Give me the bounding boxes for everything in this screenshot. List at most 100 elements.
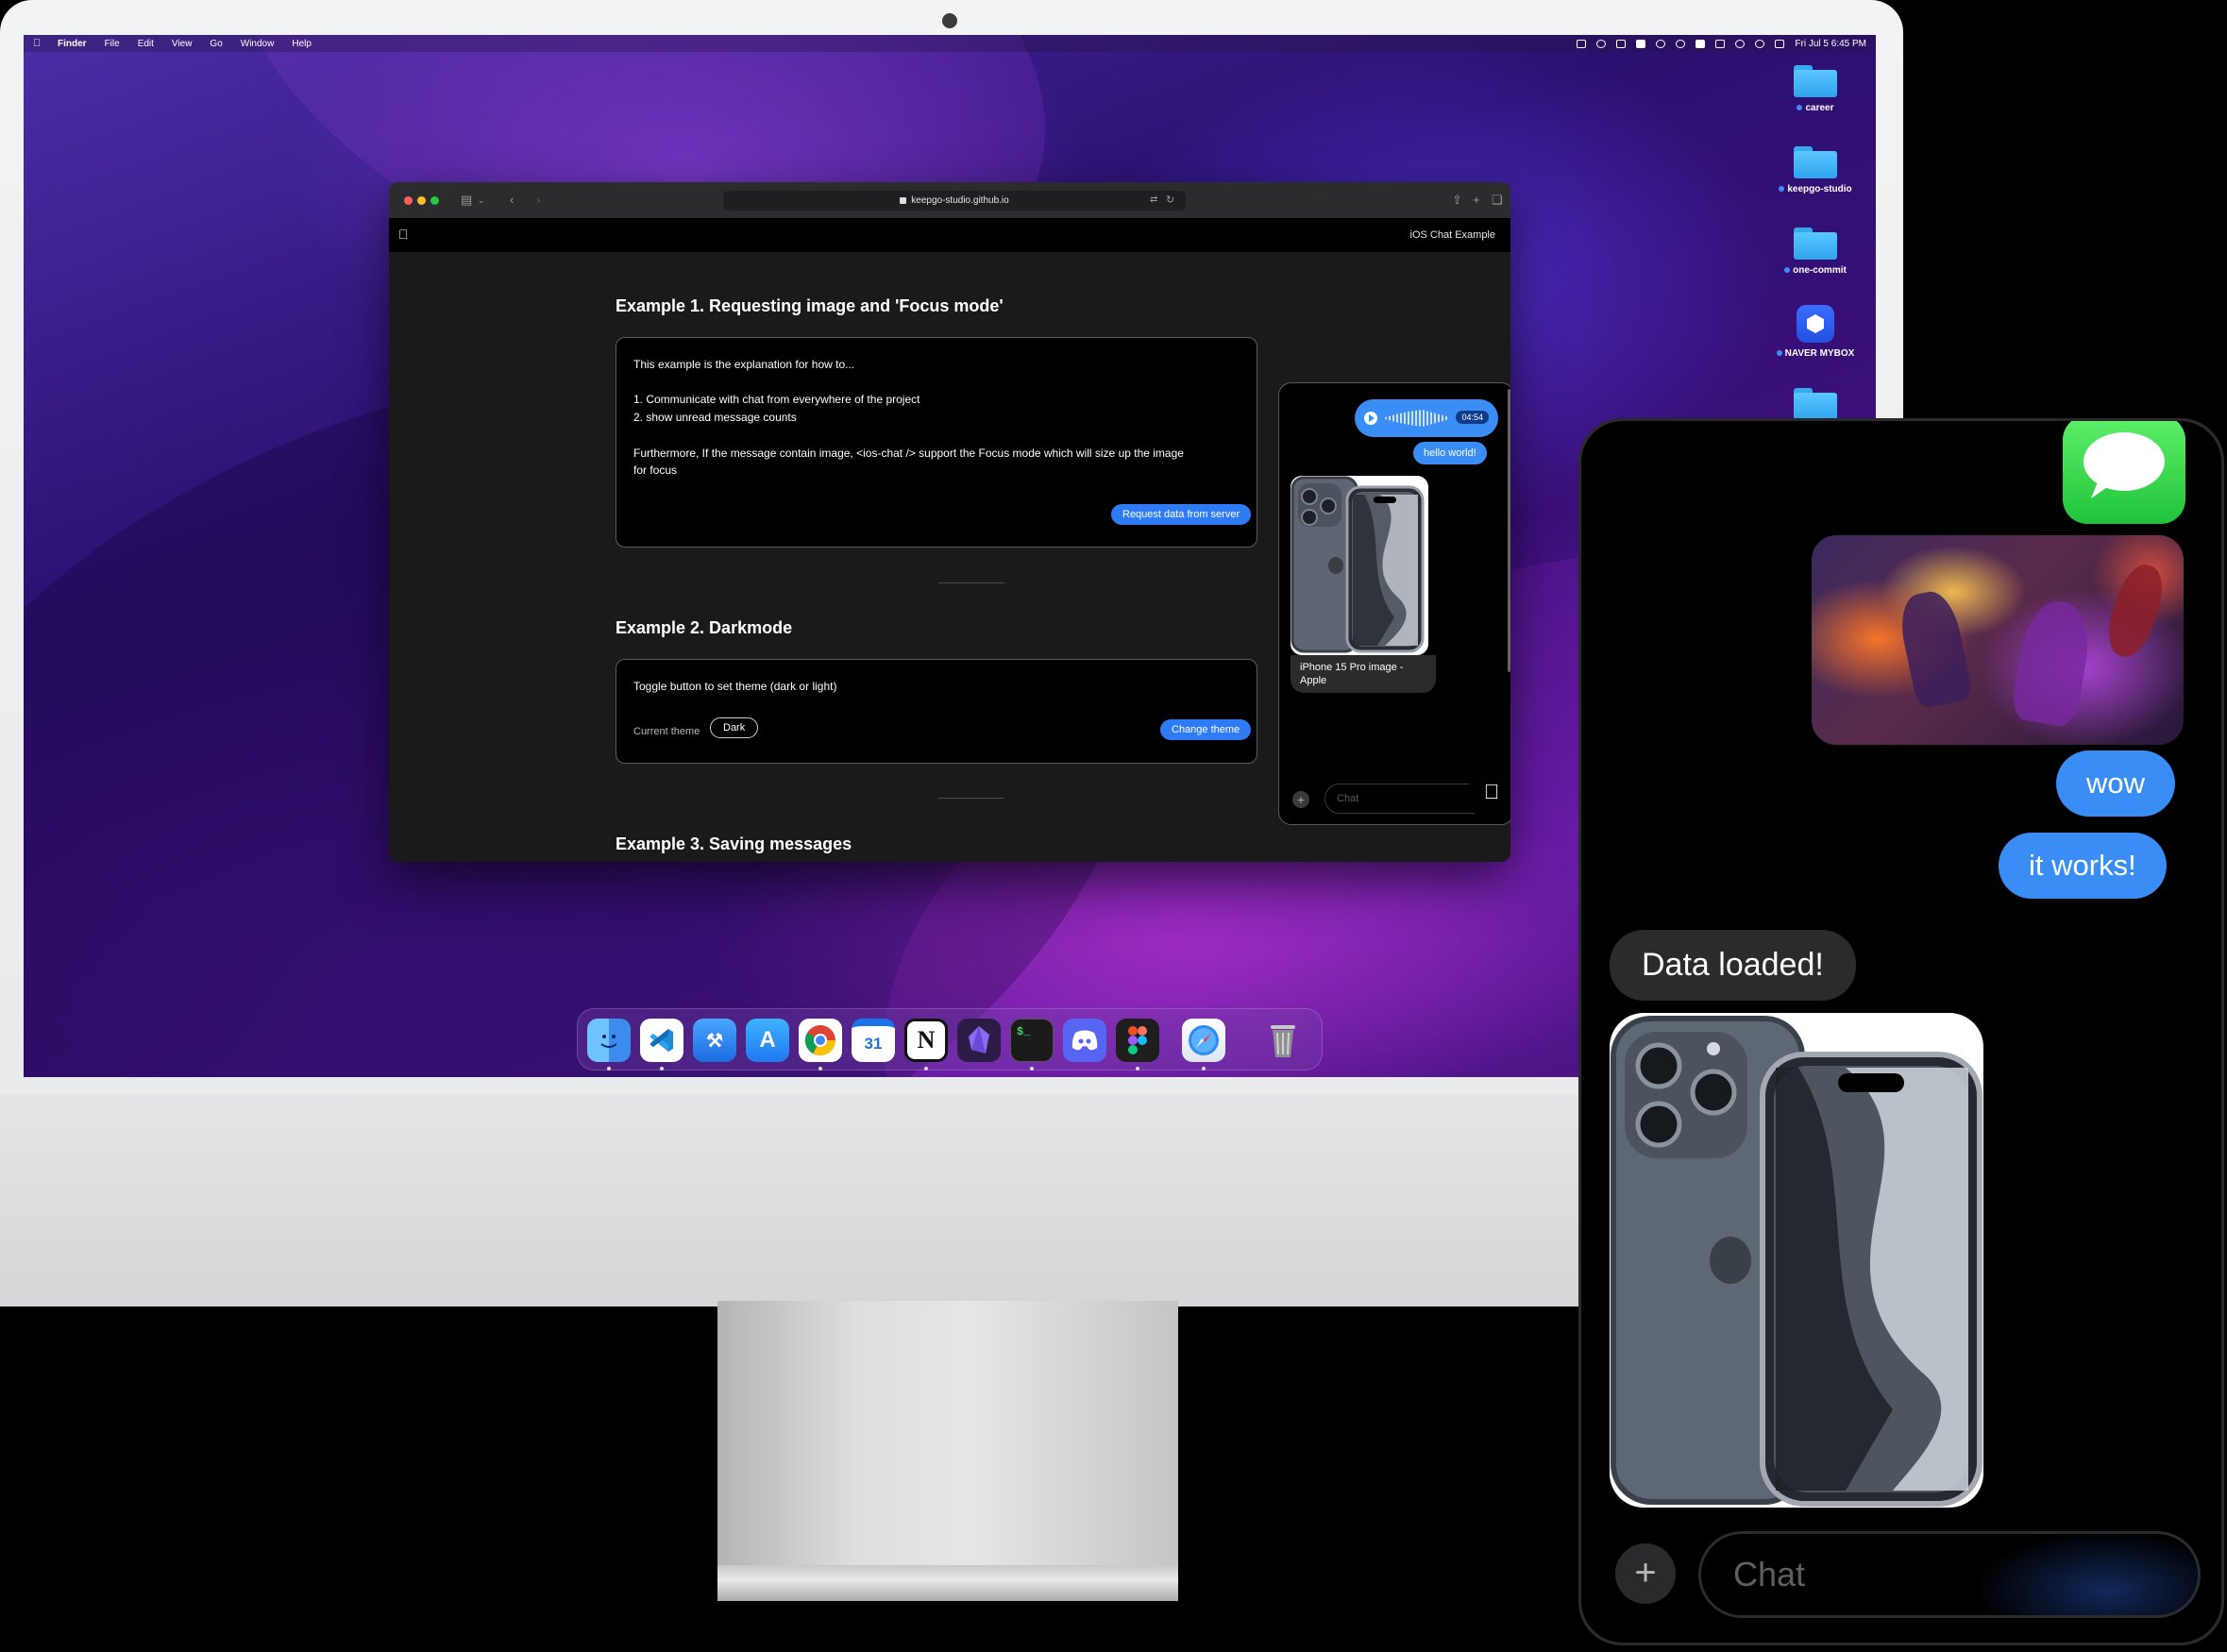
close-button[interactable] xyxy=(404,196,413,205)
ios-chat-widget: 04:54 hello world! iPhone 15 Pro image -… xyxy=(1278,382,1510,825)
battery-icon[interactable] xyxy=(1715,39,1726,48)
sidebar-icon[interactable]: ▤ xyxy=(461,193,472,208)
translate-icon[interactable]: ⇄ xyxy=(1150,194,1157,205)
share-icon[interactable]: ⇧ xyxy=(1452,193,1462,208)
message-image[interactable] xyxy=(1291,476,1428,655)
sent-message[interactable]: it works! xyxy=(1999,833,2167,899)
status-icon[interactable] xyxy=(1676,39,1686,48)
apple-logo-icon:  xyxy=(1484,780,1500,804)
example3-heading: Example 3. Saving messages xyxy=(616,834,852,853)
reload-icon[interactable]: ↻ xyxy=(1166,194,1174,206)
chat-screen: wow it works! Data loaded! + Chat xyxy=(1581,421,2221,1643)
terminal-icon[interactable]: $_ xyxy=(1010,1019,1054,1062)
menu-help[interactable]: Help xyxy=(292,39,312,49)
dock: ⚒ A 31 N $_ xyxy=(577,1008,1323,1070)
menu-file[interactable]: File xyxy=(105,39,120,49)
example1-text: 2. show unread message counts xyxy=(633,411,797,424)
desktop-app-naver-mybox[interactable]: NAVER MYBOX xyxy=(1768,305,1863,359)
desktop-folder-one-commit[interactable]: one-commit xyxy=(1768,228,1863,276)
xcode-icon[interactable]: ⚒ xyxy=(693,1019,736,1062)
message-image[interactable] xyxy=(1610,1013,1983,1508)
iphone-product-image xyxy=(1611,1016,1982,1507)
minimize-button[interactable] xyxy=(417,196,426,205)
voice-message[interactable]: 04:54 xyxy=(1355,399,1498,437)
safari-window: ▤ ⌄ ‹ › keepgo-studio.github.io ⇄ ↻ ⇧ + … xyxy=(389,182,1510,862)
folder-icon xyxy=(1794,65,1837,97)
chat-launcher-button[interactable]:  xyxy=(1469,769,1510,815)
menu-view[interactable]: View xyxy=(172,39,193,49)
chevron-down-icon[interactable]: ⌄ xyxy=(478,195,485,206)
status-icon[interactable] xyxy=(1636,39,1646,48)
messages-app-icon xyxy=(2063,421,2185,524)
zoom-button[interactable] xyxy=(430,196,439,205)
image-caption: iPhone 15 Pro image - Apple xyxy=(1291,655,1436,693)
spotlight-icon[interactable] xyxy=(1755,39,1765,48)
notion-icon[interactable]: N xyxy=(904,1019,948,1062)
status-icon[interactable] xyxy=(1616,39,1627,48)
waveform-icon xyxy=(1385,410,1447,427)
page-content: Example 1. Requesting image and 'Focus m… xyxy=(389,252,1510,862)
example1-text: for focus xyxy=(633,464,678,477)
wifi-icon[interactable] xyxy=(1735,39,1746,48)
menu-edit[interactable]: Edit xyxy=(138,39,154,49)
scrollbar[interactable] xyxy=(1508,389,1510,672)
request-data-button[interactable]: Request data from server xyxy=(1111,504,1252,525)
status-icon[interactable] xyxy=(1596,39,1607,48)
chat-input[interactable]: Chat xyxy=(1698,1531,2201,1618)
current-theme-badge: Dark xyxy=(710,717,759,738)
apple-logo-icon[interactable]:  xyxy=(398,227,409,242)
desktop-folder-keepgo-studio[interactable]: keepgo-studio xyxy=(1768,146,1863,194)
menu-app-name[interactable]: Finder xyxy=(58,39,87,49)
calendar-icon[interactable]: 31 xyxy=(852,1019,895,1062)
trash-icon[interactable] xyxy=(1261,1019,1305,1062)
finder-icon[interactable] xyxy=(587,1019,631,1062)
forward-icon[interactable]: › xyxy=(536,193,540,207)
safari-icon[interactable] xyxy=(1182,1019,1225,1062)
notification-icon[interactable] xyxy=(1656,39,1666,48)
control-center-icon[interactable] xyxy=(1775,39,1785,48)
status-icons: Fri Jul 5 6:45 PM xyxy=(1577,39,1866,49)
example1-text: Furthermore, If the message contain imag… xyxy=(633,447,1184,460)
voice-duration: 04:54 xyxy=(1456,411,1489,424)
folder-icon xyxy=(1794,388,1837,420)
sent-message[interactable]: hello world! xyxy=(1413,442,1487,464)
folder-icon xyxy=(1794,228,1837,260)
example1-heading: Example 1. Requesting image and 'Focus m… xyxy=(616,296,1004,315)
obsidian-icon[interactable] xyxy=(957,1019,1001,1062)
menu-go[interactable]: Go xyxy=(210,39,222,49)
example1-text: 1. Communicate with chat from everywhere… xyxy=(633,393,920,406)
example2-text: Toggle button to set theme (dark or ligh… xyxy=(633,680,837,693)
vscode-icon[interactable] xyxy=(640,1019,683,1062)
app-store-icon[interactable]: A xyxy=(746,1019,789,1062)
received-message[interactable]: Data loaded! xyxy=(1610,930,1856,1001)
desktop-folder-career[interactable]: career xyxy=(1768,65,1863,113)
site-title[interactable]: iOS Chat Example xyxy=(1410,229,1495,241)
input-source-icon[interactable] xyxy=(1696,39,1706,48)
safari-toolbar: ▤ ⌄ ‹ › keepgo-studio.github.io ⇄ ↻ ⇧ + … xyxy=(389,182,1510,218)
menu-window[interactable]: Window xyxy=(241,39,275,49)
plus-icon[interactable]: + xyxy=(1292,791,1309,808)
address-bar[interactable]: keepgo-studio.github.io xyxy=(723,191,1186,211)
camera-icon xyxy=(942,13,957,28)
play-icon[interactable] xyxy=(1364,412,1377,425)
new-tab-icon[interactable]: + xyxy=(1473,193,1480,207)
apple-menu-icon[interactable]:  xyxy=(33,38,44,49)
message-image[interactable] xyxy=(1812,535,2184,745)
status-icon[interactable] xyxy=(1577,39,1587,48)
composite-mockup:  Finder File Edit View Go Window Help F… xyxy=(0,0,2227,1652)
menu-clock[interactable]: Fri Jul 5 6:45 PM xyxy=(1795,39,1866,49)
discord-icon[interactable] xyxy=(1063,1019,1106,1062)
figma-icon[interactable] xyxy=(1116,1019,1159,1062)
mybox-icon xyxy=(1797,305,1834,343)
imac-stand-foot xyxy=(717,1565,1178,1601)
chrome-icon[interactable] xyxy=(799,1019,842,1062)
back-icon[interactable]: ‹ xyxy=(510,193,514,207)
folder-icon xyxy=(1794,146,1837,178)
section-divider xyxy=(938,582,1004,583)
example1-card: This example is the explanation for how … xyxy=(616,337,1257,548)
current-theme-label: Current theme xyxy=(633,726,700,737)
sent-message[interactable]: wow xyxy=(2056,750,2176,817)
tab-overview-icon[interactable]: ❏ xyxy=(1492,193,1503,208)
plus-icon[interactable]: + xyxy=(1615,1543,1676,1604)
change-theme-button[interactable]: Change theme xyxy=(1160,719,1252,740)
